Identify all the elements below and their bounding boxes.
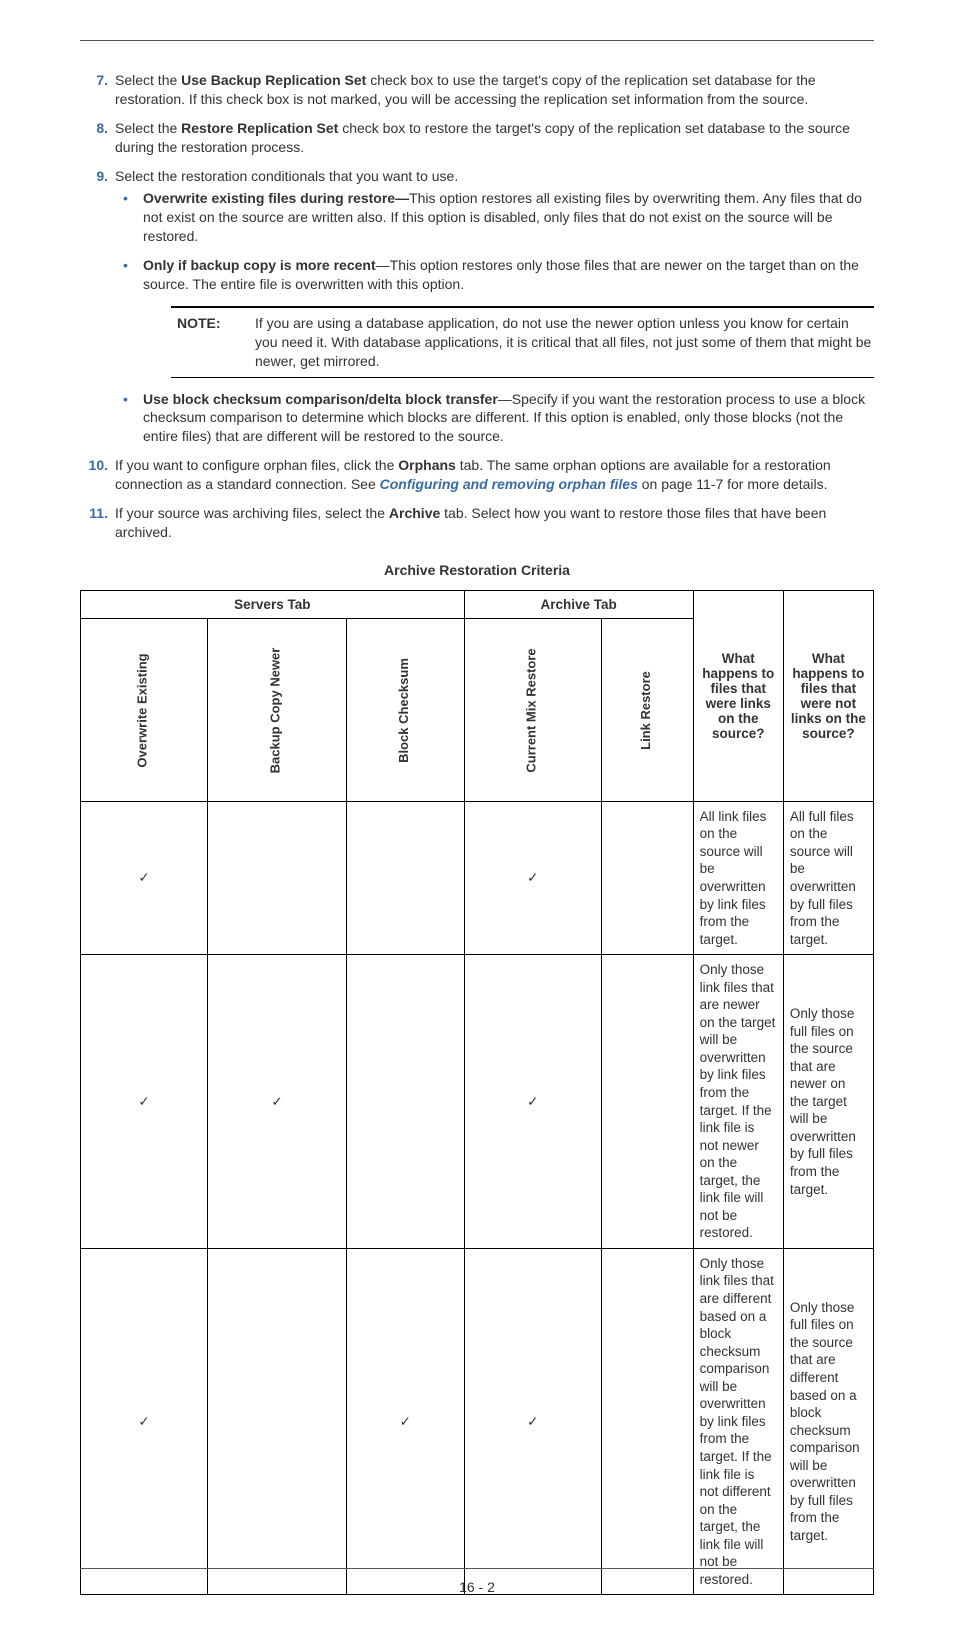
- cross-ref-link[interactable]: Configuring and removing orphan files: [380, 476, 638, 492]
- table-row: ✓ ✓ ✓ Only those link files that are dif…: [81, 1248, 874, 1594]
- cell-links: All link files on the source will be ove…: [693, 801, 783, 954]
- cell-check: ✓: [81, 1248, 208, 1594]
- cell-check: [208, 801, 347, 954]
- cell-check: [601, 1248, 693, 1594]
- cell-notlinks: Only those full files on the source that…: [783, 955, 873, 1249]
- step-7: Select the Use Backup Replication Set ch…: [80, 71, 874, 109]
- cell-notlinks: Only those full files on the source that…: [783, 1248, 873, 1594]
- cell-check: ✓: [81, 801, 208, 954]
- bullet-checksum: Use block checksum comparison/delta bloc…: [115, 390, 874, 447]
- col-block-checksum: Block Checksum: [346, 618, 464, 801]
- table-row: ✓ ✓ All link files on the source will be…: [81, 801, 874, 954]
- cell-check: ✓: [208, 955, 347, 1249]
- criteria-table: Servers Tab Archive Tab What happens to …: [80, 590, 874, 1596]
- numbered-steps: Select the Use Backup Replication Set ch…: [80, 71, 874, 542]
- bold-term: Use block checksum comparison/delta bloc…: [143, 391, 498, 407]
- rotated-label: Current Mix Restore: [524, 648, 541, 772]
- bold-term: Orphans: [398, 457, 456, 473]
- text: Select the: [115, 72, 181, 88]
- page-number: 16 - 2: [459, 1579, 495, 1595]
- step-8: Select the Restore Replication Set check…: [80, 119, 874, 157]
- step-10: If you want to configure orphan files, c…: [80, 456, 874, 494]
- step-11: If your source was archiving files, sele…: [80, 504, 874, 542]
- col-current-mix: Current Mix Restore: [464, 618, 601, 801]
- bold-term: Overwrite existing files during restore—: [143, 190, 409, 206]
- bold-term: Archive: [389, 505, 440, 521]
- col-overwrite: Overwrite Existing: [81, 618, 208, 801]
- bold-term: Use Backup Replication Set: [181, 72, 366, 88]
- text: Select the restoration conditionals that…: [115, 168, 458, 184]
- col-backup-newer: Backup Copy Newer: [208, 618, 347, 801]
- cell-check: [346, 801, 464, 954]
- rotated-label: Link Restore: [639, 671, 656, 750]
- text: If you want to configure orphan files, c…: [115, 457, 398, 473]
- rotated-label: Block Checksum: [397, 658, 414, 763]
- bold-term: Only if backup copy is more recent: [143, 257, 376, 273]
- cell-check: [601, 955, 693, 1249]
- note-box: NOTE: If you are using a database applic…: [171, 306, 874, 378]
- cell-check: ✓: [464, 801, 601, 954]
- note-label: NOTE:: [171, 314, 255, 371]
- note-text: If you are using a database application,…: [255, 314, 874, 371]
- table-row: ✓ ✓ ✓ Only those link files that are new…: [81, 955, 874, 1249]
- bold-term: Restore Replication Set: [181, 120, 338, 136]
- cell-check: ✓: [346, 1248, 464, 1594]
- bullet-list: Overwrite existing files during restore—…: [115, 189, 874, 446]
- cell-check: ✓: [81, 955, 208, 1249]
- rotated-label: Overwrite Existing: [136, 653, 153, 767]
- text: on page 11-7 for more details.: [638, 476, 828, 492]
- servers-tab-header: Servers Tab: [81, 590, 465, 618]
- table-header-row-1: Servers Tab Archive Tab What happens to …: [81, 590, 874, 618]
- cell-check: [346, 955, 464, 1249]
- bullet-newer: Only if backup copy is more recent—This …: [115, 256, 874, 377]
- cell-check: ✓: [464, 955, 601, 1249]
- rotated-label: Backup Copy Newer: [269, 647, 286, 773]
- text: Select the: [115, 120, 181, 136]
- text: If your source was archiving files, sele…: [115, 505, 389, 521]
- cell-check: [601, 801, 693, 954]
- bullet-overwrite: Overwrite existing files during restore—…: [115, 189, 874, 246]
- archive-tab-header: Archive Tab: [464, 590, 693, 618]
- cell-check: ✓: [464, 1248, 601, 1594]
- step-9: Select the restoration conditionals that…: [80, 167, 874, 447]
- header-rule: [80, 40, 874, 41]
- links-question-header: What happens to files that were links on…: [693, 590, 783, 801]
- notlinks-question-header: What happens to files that were not link…: [783, 590, 873, 801]
- cell-notlinks: All full files on the source will be ove…: [783, 801, 873, 954]
- cell-links: Only those link files that are newer on …: [693, 955, 783, 1249]
- document-page: Select the Use Backup Replication Set ch…: [0, 0, 954, 1625]
- page-footer: 16 - 2: [0, 1568, 954, 1595]
- col-link-restore: Link Restore: [601, 618, 693, 801]
- cell-check: [208, 1248, 347, 1594]
- cell-links: Only those link files that are different…: [693, 1248, 783, 1594]
- table-title: Archive Restoration Criteria: [80, 562, 874, 578]
- footer-rule: [80, 1568, 874, 1569]
